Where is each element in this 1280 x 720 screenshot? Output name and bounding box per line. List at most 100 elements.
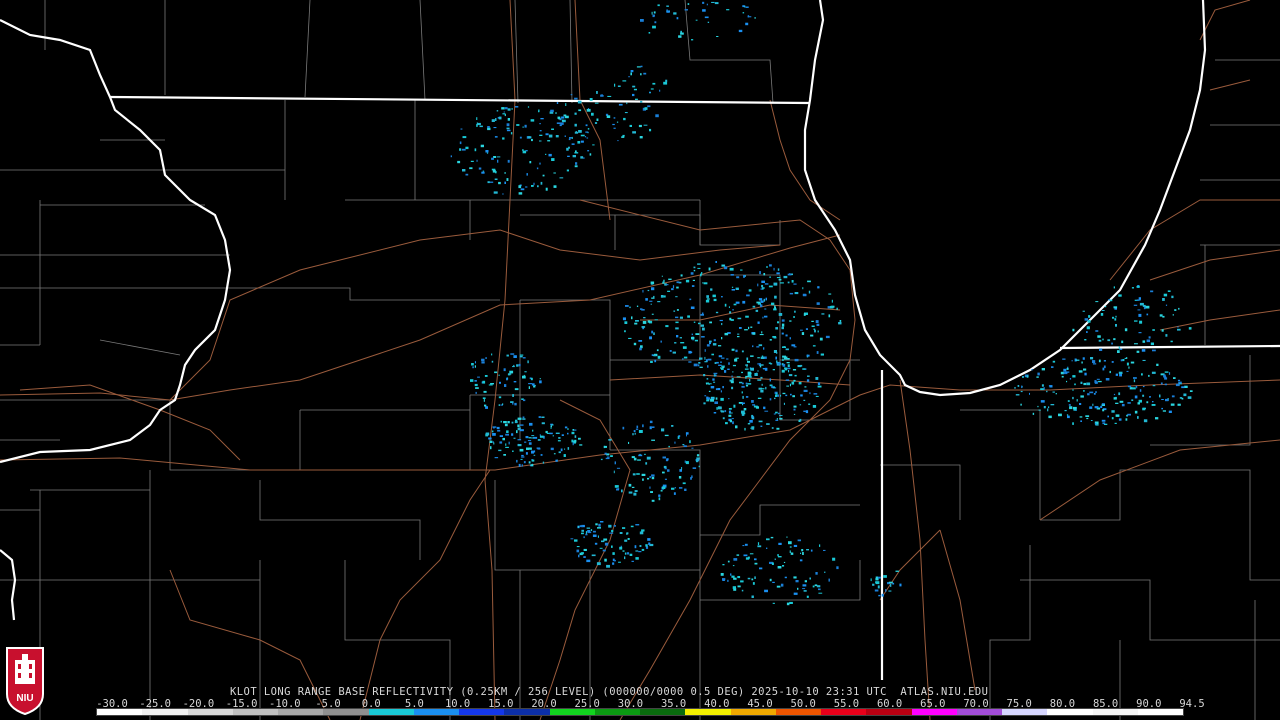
radar-echo [713, 412, 717, 414]
radar-echo [814, 584, 818, 587]
radar-echo [589, 153, 592, 156]
radar-echo [568, 138, 571, 141]
radar-echo [672, 285, 675, 289]
radar-echo [710, 398, 714, 402]
radar-echo [820, 353, 824, 356]
radar-echo [457, 160, 461, 164]
radar-echo [628, 441, 630, 444]
radar-echo [803, 590, 807, 592]
radar-echo [691, 447, 694, 449]
radar-echo [480, 144, 484, 148]
radar-echo [567, 447, 570, 450]
radar-echo [633, 457, 637, 461]
radar-echo [565, 103, 567, 106]
radar-echo [494, 136, 498, 138]
radar-echo [519, 354, 524, 356]
radar-echo [1138, 399, 1142, 403]
radar-echo [747, 423, 751, 425]
radar-echo [561, 116, 565, 119]
radar-echo [764, 283, 769, 285]
colorbar-segment [685, 709, 731, 715]
radar-echo [750, 326, 753, 328]
radar-echo [757, 370, 759, 372]
radar-echo [766, 547, 768, 549]
radar-echo [594, 102, 599, 104]
radar-echo [1181, 397, 1184, 400]
radar-echo [701, 312, 704, 315]
radar-echo [651, 330, 654, 334]
radar-echo [727, 579, 729, 582]
radar-echo [470, 379, 474, 382]
colorbar-segment [911, 709, 957, 715]
radar-echo [1173, 377, 1176, 379]
radar-echo [716, 361, 719, 364]
radar-echo [776, 427, 780, 430]
radar-echo [749, 553, 754, 555]
radar-echo [688, 361, 692, 363]
radar-echo [1139, 389, 1142, 392]
radar-echo [802, 584, 807, 587]
radar-echo [732, 309, 734, 311]
radar-echo [737, 333, 740, 335]
radar-echo [1136, 299, 1141, 301]
radar-echo [731, 375, 733, 378]
radar-echo [836, 307, 838, 310]
radar-echo [710, 386, 715, 389]
radar-echo [1084, 318, 1088, 321]
radar-echo [511, 421, 514, 424]
radar-echo [571, 143, 575, 145]
radar-echo [643, 124, 648, 126]
radar-echo [577, 525, 579, 528]
radar-echo [742, 5, 745, 8]
radar-echo [741, 350, 744, 353]
radar-echo [741, 391, 743, 394]
radar-echo [1148, 336, 1151, 339]
radar-echo [564, 448, 566, 450]
radar-echo [494, 457, 499, 459]
radar-echo [604, 542, 609, 546]
radar-echo [789, 383, 791, 387]
radar-echo [759, 365, 762, 368]
radar-echo [800, 552, 802, 554]
radar-echo [674, 441, 676, 444]
radar-echo [1020, 403, 1022, 406]
radar-echo [526, 447, 529, 450]
radar-echo [680, 274, 683, 277]
radar-echo [495, 118, 497, 121]
radar-echo [1151, 371, 1156, 374]
radar-echo [514, 388, 519, 391]
radar-echo [1177, 326, 1179, 328]
radar-echo [472, 366, 474, 369]
radar-echo [621, 489, 623, 493]
radar-echo [899, 583, 902, 587]
radar-echo [1103, 365, 1106, 369]
radar-echo [750, 367, 754, 371]
radar-echo [1131, 399, 1134, 401]
radar-echo [488, 384, 493, 386]
radar-echo [772, 336, 777, 338]
radar-echo [809, 392, 811, 395]
radar-echo [496, 426, 500, 430]
radar-echo [631, 316, 633, 320]
colorbar-segment [640, 709, 686, 715]
radar-echo [642, 321, 647, 324]
radar-echo [646, 456, 651, 460]
radar-echo [1100, 405, 1103, 408]
radar-echo [812, 345, 816, 347]
radar-echo [731, 378, 734, 381]
radar-echo [559, 177, 564, 179]
radar-echo [518, 463, 521, 467]
radar-echo [522, 126, 524, 128]
radar-echo [747, 577, 751, 580]
radar-echo [622, 527, 626, 529]
radar-echo [1111, 361, 1114, 363]
radar-echo [1052, 360, 1056, 363]
radar-echo [684, 460, 686, 463]
radar-echo [476, 117, 478, 120]
radar-echo [1065, 371, 1070, 373]
radar-echo [1081, 361, 1083, 364]
radar-echo [779, 282, 784, 284]
radar-echo [800, 329, 803, 331]
radar-echo [666, 5, 669, 7]
radar-echo [634, 545, 637, 549]
